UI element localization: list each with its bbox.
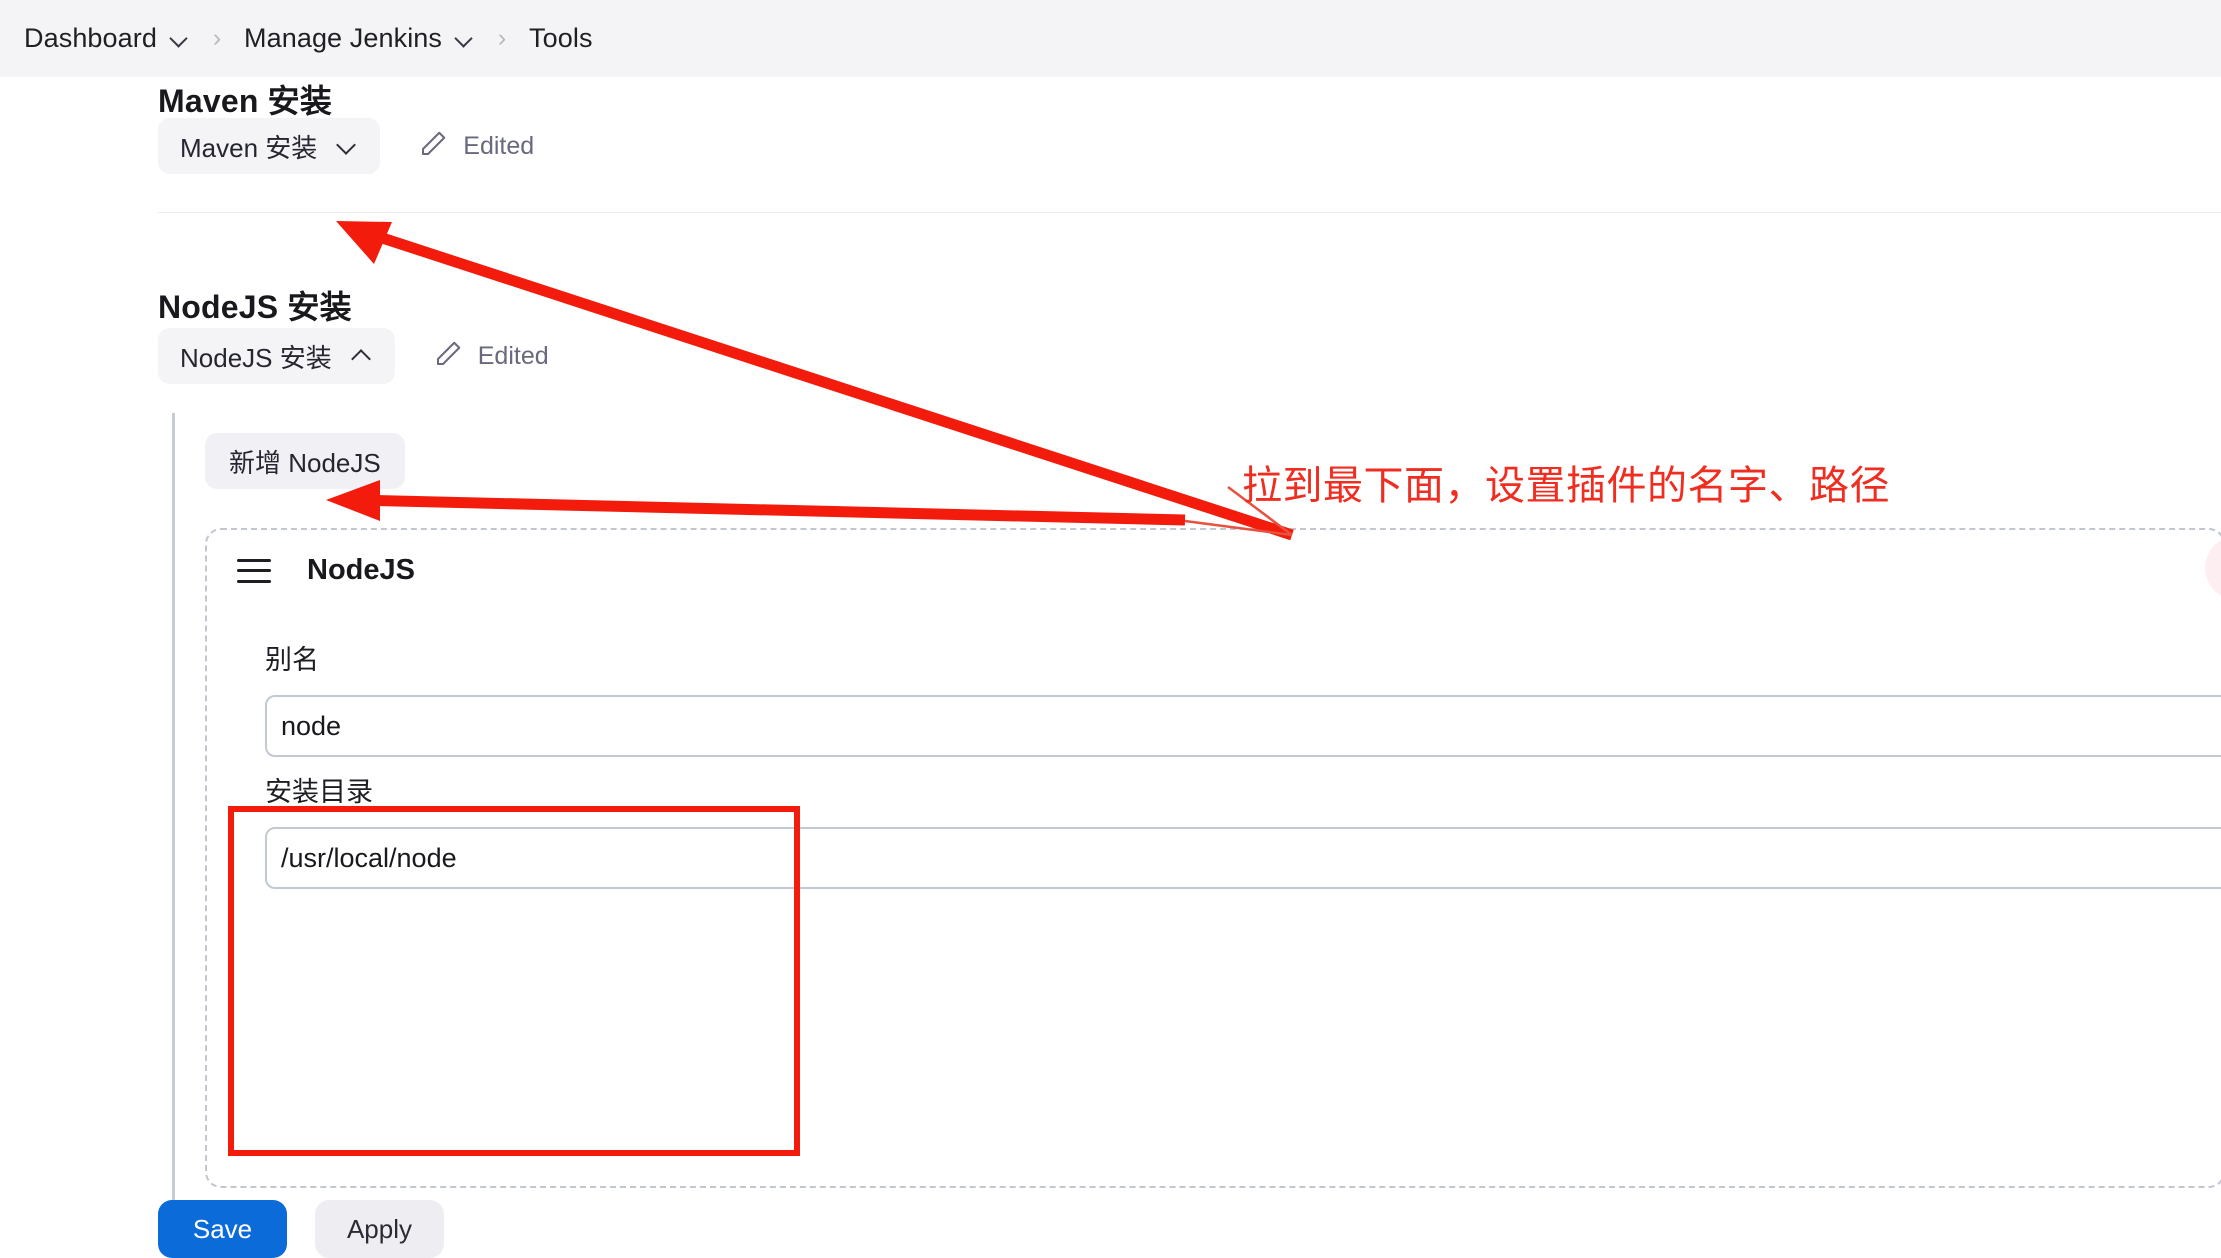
breadcrumb-label-tools: Tools [529,23,593,53]
maven-toggle-label: Maven 安装 [180,132,318,163]
breadcrumb-separator-icon: › [497,24,507,52]
maven-install-toggle-button[interactable]: Maven 安装 [158,118,381,174]
chevron-down-icon[interactable] [455,29,475,49]
maven-section-title: Maven 安装 [158,82,333,119]
nodejs-install-toggle-button[interactable]: NodeJS 安装 [158,328,395,384]
install-directory-input[interactable] [265,827,2221,889]
maven-edited-label: Edited [463,131,535,160]
nodejs-card-title: NodeJS [307,554,415,586]
chevron-down-icon[interactable] [170,29,190,49]
breadcrumb: Dashboard › Manage Jenkins › Tools [0,0,2221,77]
close-x-icon[interactable] [2205,536,2221,600]
nodejs-edited-badge: Edited [433,339,549,374]
install-directory-field-label: 安装目录 [265,777,373,807]
breadcrumb-item-manage-jenkins[interactable]: Manage Jenkins [244,23,475,54]
nodejs-toggle-row: NodeJS 安装 Edited [158,328,549,384]
breadcrumb-item-dashboard[interactable]: Dashboard [24,23,190,54]
nodejs-installations-panel: 新增 NodeJS NodeJS 别名 安装目录 [172,413,2221,1203]
maven-toggle-row: Maven 安装 Edited [158,118,534,174]
alias-input[interactable] [265,695,2221,757]
breadcrumb-item-tools[interactable]: Tools [529,23,593,54]
nodejs-installation-card: NodeJS 别名 安装目录 [205,528,2221,1188]
nodejs-edited-label: Edited [477,341,549,370]
pencil-icon [418,129,448,164]
save-button[interactable]: Save [158,1200,287,1258]
pencil-icon [433,339,463,374]
page-content: Maven 安装 Maven 安装 Edited NodeJS 安装 NodeJ… [0,77,2221,1258]
chevron-up-icon [351,345,373,367]
breadcrumb-label-manage-jenkins: Manage Jenkins [244,23,443,53]
hamburger-drag-icon[interactable] [237,558,271,583]
maven-edited-badge: Edited [418,129,534,164]
nodejs-toggle-label: NodeJS 安装 [180,342,332,373]
breadcrumb-separator-icon: › [212,24,222,52]
apply-button[interactable]: Apply [315,1200,444,1258]
nodejs-section-title: NodeJS 安装 [158,288,352,325]
section-divider [158,212,2221,213]
breadcrumb-label-dashboard: Dashboard [24,23,157,53]
add-nodejs-button[interactable]: 新增 NodeJS [205,433,405,489]
form-actions: Save Apply [158,1200,444,1258]
install-directory-field-group: 安装目录 [265,770,2221,889]
alias-field-label: 别名 [265,645,319,675]
chevron-down-icon [336,135,358,157]
alias-field-group: 别名 [265,638,2221,757]
nodejs-card-header: NodeJS [237,554,415,587]
